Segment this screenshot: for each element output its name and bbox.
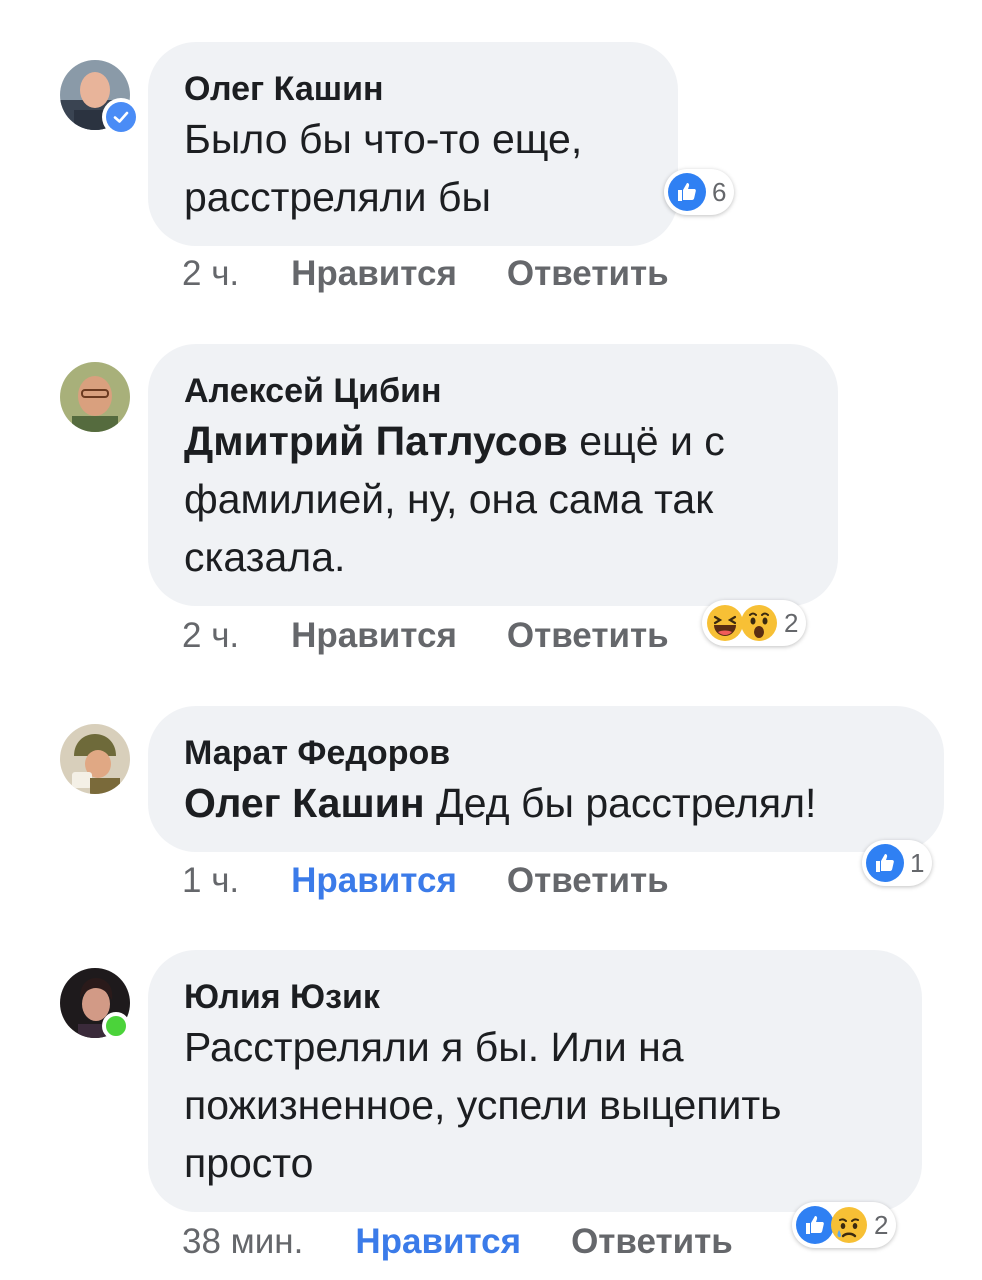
comment-time[interactable]: 2 ч. [182, 616, 239, 656]
comment-actions: 38 мин. Нравится Ответить [182, 1222, 733, 1262]
like-button[interactable]: Нравится [291, 254, 457, 294]
comment-bubble: Олег Кашин Было бы что-то еще, расстреля… [148, 42, 678, 246]
wow-icon [740, 604, 778, 642]
sad-icon [830, 1206, 868, 1244]
reaction-count: 2 [784, 607, 799, 638]
reaction-count: 1 [910, 847, 925, 878]
reaction-count: 6 [712, 176, 727, 207]
avatar-photo-icon [60, 724, 130, 794]
comment-text-line: пожизненное, успели выцепить [184, 1082, 782, 1128]
reply-button[interactable]: Ответить [507, 254, 669, 294]
reply-button[interactable]: Ответить [571, 1222, 733, 1262]
like-icon [668, 173, 706, 211]
comment-text-line: расстреляли бы [184, 174, 491, 220]
comment-actions: 1 ч. Нравится Ответить [182, 861, 669, 901]
comment-text-line: сказала. [184, 534, 346, 580]
comment-text-line: Было бы что-то еще, [184, 116, 583, 162]
online-status-icon [102, 1012, 130, 1040]
comment-text-line: Расстреляли я бы. Или на [184, 1024, 684, 1070]
reactions-summary[interactable]: 2 [792, 1202, 897, 1248]
avatar[interactable] [60, 362, 130, 432]
reactions-summary[interactable]: 1 [862, 840, 933, 886]
comment-text: Олег Кашин Дед бы расстрелял! [184, 774, 908, 832]
like-icon [866, 844, 904, 882]
comment-author[interactable]: Олег Кашин [184, 68, 642, 110]
comment-time[interactable]: 2 ч. [182, 254, 239, 294]
comment-text-line: Дмитрий Патлусов ещё и с [184, 412, 802, 470]
comment-text-span: ещё и с [567, 418, 725, 464]
comment-text-span: Дед бы расстрелял! [424, 780, 817, 826]
comment-author[interactable]: Марат Федоров [184, 732, 908, 774]
avatar[interactable] [60, 60, 140, 136]
comment-author[interactable]: Юлия Юзик [184, 976, 886, 1018]
mention-link[interactable]: Олег Кашин [184, 780, 425, 826]
haha-icon [706, 604, 744, 642]
comment-text-line: просто [184, 1140, 314, 1186]
comment-text-line: фамилией, ну, она сама так [184, 476, 714, 522]
reactions-summary[interactable]: 6 [664, 169, 735, 215]
comment-author[interactable]: Алексей Цибин [184, 370, 802, 412]
mention-link[interactable]: Дмитрий Патлусов [184, 418, 568, 464]
like-icon [796, 1206, 834, 1244]
comment-actions: 2 ч. Нравится Ответить [182, 616, 669, 656]
avatar[interactable] [60, 724, 130, 794]
comment-time[interactable]: 1 ч. [182, 861, 239, 901]
like-button[interactable]: Нравится [291, 861, 457, 901]
comment-text-line: Олег Кашин Дед бы расстрелял! [184, 774, 908, 832]
reply-button[interactable]: Ответить [507, 861, 669, 901]
reaction-count: 2 [874, 1209, 889, 1240]
avatar[interactable] [60, 968, 130, 1040]
reactions-summary[interactable]: 2 [702, 600, 807, 646]
comment-bubble: Марат Федоров Олег Кашин Дед бы расстрел… [148, 706, 944, 852]
comment-text: Расстреляли я бы. Или на пожизненное, ус… [184, 1018, 886, 1192]
like-button[interactable]: Нравится [355, 1222, 521, 1262]
like-button[interactable]: Нравится [291, 616, 457, 656]
comment-text: Было бы что-то еще, расстреляли бы [184, 110, 642, 226]
comment-time[interactable]: 38 мин. [182, 1222, 303, 1262]
comment-bubble: Юлия Юзик Расстреляли я бы. Или на пожиз… [148, 950, 922, 1212]
comment-actions: 2 ч. Нравится Ответить [182, 254, 669, 294]
comment-text: Дмитрий Патлусов ещё и с фамилией, ну, о… [184, 412, 802, 586]
verified-badge-icon [102, 98, 140, 136]
reply-button[interactable]: Ответить [507, 616, 669, 656]
comment-bubble: Алексей Цибин Дмитрий Патлусов ещё и с ф… [148, 344, 838, 606]
avatar-photo-icon [60, 362, 130, 432]
